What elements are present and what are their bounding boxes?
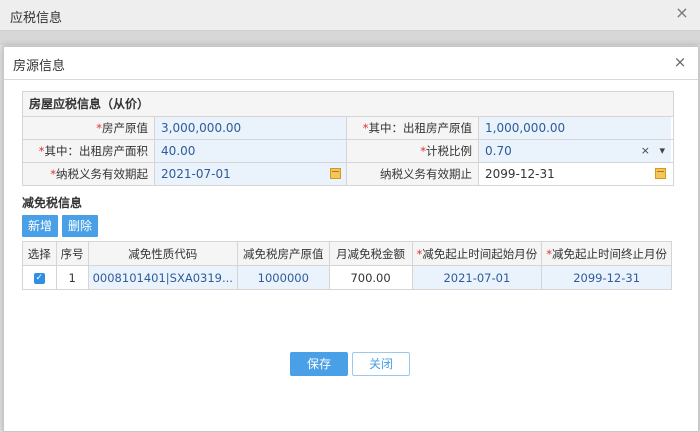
chevron-down-icon[interactable]: ▾ (659, 144, 665, 157)
tax-ratio-value: 0.70 (485, 144, 512, 158)
delete-button[interactable]: 删除 (62, 215, 98, 237)
obligation-start-value: 2021-07-01 (161, 167, 231, 181)
row-monthly-amount: 700.00 (328, 265, 413, 290)
obligation-start-date-field[interactable]: 2021-07-01 (155, 163, 347, 185)
calendar-icon[interactable] (330, 168, 341, 179)
form-row: *其中：出租房产面积 40.00 *计税比例 0.70 × ▾ (23, 140, 673, 163)
col-index: 序号 (55, 241, 89, 266)
col-select: 选择 (22, 241, 57, 266)
form-section-title: 房屋应税信息（从价） (23, 92, 673, 117)
label-obligation-end: 纳税义务有效期止 (347, 163, 479, 185)
label-rental-original-value: *其中：出租房产原值 (347, 117, 479, 139)
col-code: 减免性质代码 (87, 241, 238, 266)
dialog-title: 房源信息 (13, 59, 66, 74)
tax-info-form: 房屋应税信息（从价） *房产原值 3,000,000.00 *其中：出租房产原值… (22, 91, 674, 186)
dialog-header: 房源信息 × (4, 47, 698, 80)
deduction-section-title: 减免税信息 (22, 196, 83, 210)
add-button[interactable]: 新增 (22, 215, 58, 237)
col-start-month: *减免起止时间起始月份 (411, 241, 543, 266)
form-row: *房产原值 3,000,000.00 *其中：出租房产原值 1,000,000.… (23, 117, 673, 140)
obligation-end-date-field[interactable]: 2099-12-31 (479, 163, 671, 185)
property-info-dialog: 房源信息 × 房屋应税信息（从价） *房产原值 3,000,000.00 *其中… (3, 46, 699, 432)
row-code[interactable]: 0008101401|SXA0319... (87, 265, 238, 290)
col-deduction-value: 减免税房产原值 (236, 241, 330, 266)
rental-original-value-field[interactable]: 1,000,000.00 (479, 117, 671, 139)
form-row: *纳税义务有效期起 2021-07-01 纳税义务有效期止 2099-12-31 (23, 163, 673, 185)
row-end-month[interactable]: 2099-12-31 (541, 265, 672, 290)
row-start-month[interactable]: 2021-07-01 (411, 265, 543, 290)
col-end-month: *减免起止时间终止月份 (541, 241, 672, 266)
col-monthly-amount: 月减免税金额 (328, 241, 413, 266)
table-header-row: 选择 序号 减免性质代码 减免税房产原值 月减免税金额 *减免起止时间起始月份 … (22, 241, 672, 266)
tax-ratio-select[interactable]: 0.70 × ▾ (479, 140, 671, 162)
label-rental-area: *其中：出租房产面积 (23, 140, 155, 162)
obligation-end-value: 2099-12-31 (485, 167, 555, 181)
outer-titlebar: 应税信息 × (0, 0, 700, 31)
checkbox-checked-icon[interactable]: ✓ (33, 272, 45, 284)
close-button[interactable]: 关闭 (352, 352, 410, 376)
deduction-table: 选择 序号 减免性质代码 减免税房产原值 月减免税金额 *减免起止时间起始月份 … (22, 241, 672, 290)
row-deduction-value[interactable]: 1000000 (236, 265, 330, 290)
dialog-close-icon[interactable]: × (672, 54, 688, 70)
label-tax-ratio: *计税比例 (347, 140, 479, 162)
table-row[interactable]: ✓ 1 0008101401|SXA0319... 1000000 700.00… (22, 265, 672, 290)
label-original-value: *房产原值 (23, 117, 155, 139)
outer-window-title: 应税信息 (10, 11, 63, 26)
clear-icon[interactable]: × (641, 144, 650, 157)
row-index: 1 (55, 265, 89, 290)
row-checkbox[interactable]: ✓ (22, 265, 57, 290)
outer-toolbar-strip (0, 31, 700, 45)
original-value-field[interactable]: 3,000,000.00 (155, 117, 347, 139)
label-obligation-start: *纳税义务有效期起 (23, 163, 155, 185)
calendar-icon[interactable] (655, 168, 666, 179)
rental-area-field[interactable]: 40.00 (155, 140, 347, 162)
save-button[interactable]: 保存 (290, 352, 348, 376)
outer-close-icon[interactable]: × (674, 5, 690, 21)
